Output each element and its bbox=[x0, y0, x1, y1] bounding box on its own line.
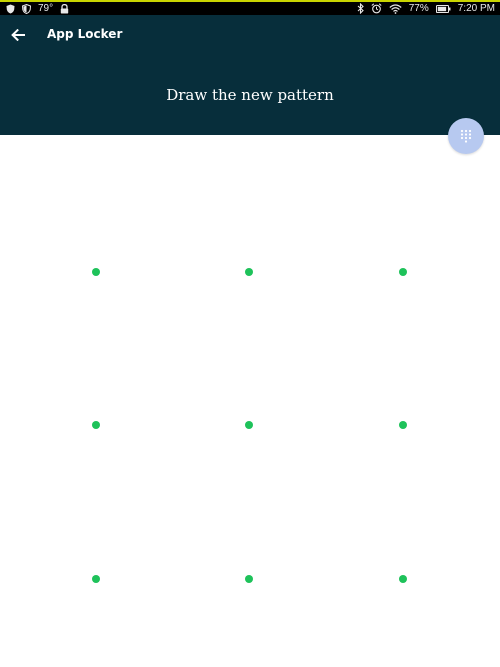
pattern-dot-8 bbox=[245, 575, 253, 583]
lock-icon bbox=[60, 3, 69, 14]
temperature-text: 79° bbox=[38, 3, 54, 14]
bluetooth-icon bbox=[357, 3, 364, 14]
battery-percent-text: 77% bbox=[408, 3, 429, 14]
pattern-dot-9 bbox=[399, 575, 407, 583]
battery-icon bbox=[435, 3, 451, 14]
status-left: 79° bbox=[6, 2, 69, 15]
wifi-icon bbox=[389, 3, 402, 14]
pattern-grid[interactable] bbox=[0, 135, 500, 667]
time-text: 7:20 PM bbox=[457, 3, 495, 14]
back-button[interactable] bbox=[6, 23, 30, 47]
app-title: App Locker bbox=[47, 27, 123, 41]
shield-check-icon bbox=[22, 3, 31, 14]
pattern-dot-6 bbox=[399, 421, 407, 429]
pattern-dot-4 bbox=[92, 421, 100, 429]
pattern-dot-7 bbox=[92, 575, 100, 583]
app-bar: App Locker Draw the new pattern bbox=[0, 15, 500, 135]
status-right: 77% 7:20 PM bbox=[357, 2, 495, 15]
pattern-prompt: Draw the new pattern bbox=[166, 86, 334, 104]
pattern-dot-5 bbox=[245, 421, 253, 429]
status-bar: 79° 77% 7:20 PM bbox=[0, 0, 500, 15]
alarm-icon bbox=[371, 3, 382, 14]
pattern-dot-1 bbox=[92, 268, 100, 276]
arrow-left-icon bbox=[11, 29, 25, 41]
pattern-dot-2 bbox=[245, 268, 253, 276]
shield-icon bbox=[6, 3, 15, 14]
pattern-dot-3 bbox=[399, 268, 407, 276]
